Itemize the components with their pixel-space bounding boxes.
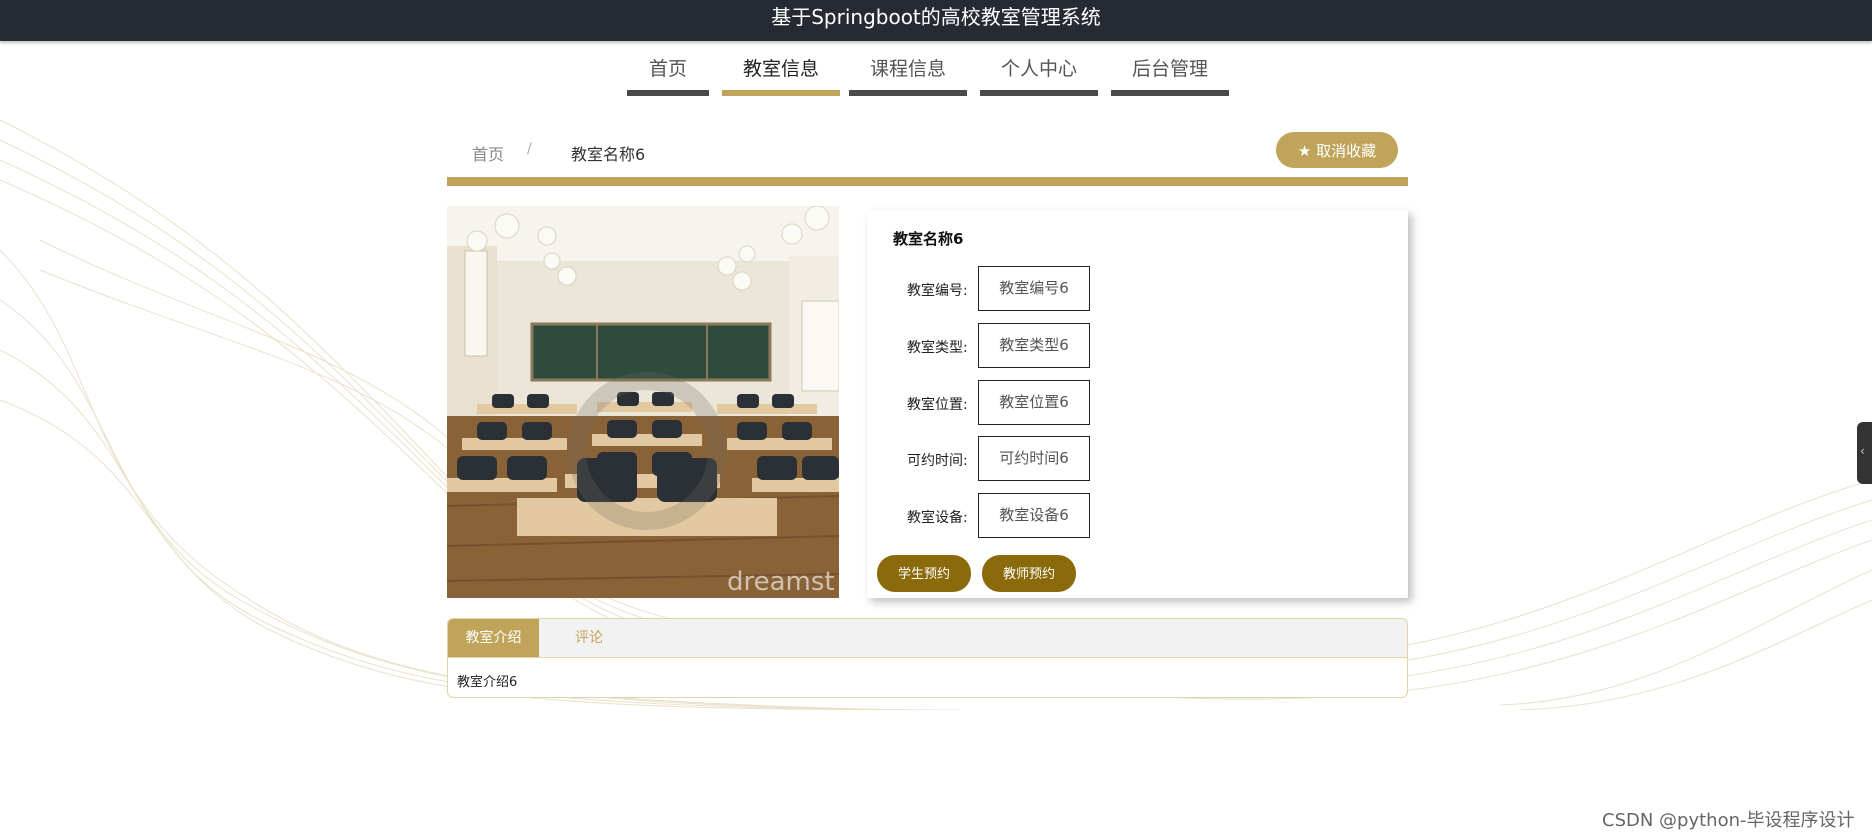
photo-watermark: dreamst — [727, 567, 835, 597]
side-panel-toggle[interactable]: ‹ — [1857, 422, 1872, 484]
classroom-photo: dreamst — [447, 206, 839, 598]
nav-item-classroom-info[interactable]: 教室信息 — [722, 46, 840, 96]
tab-classroom-intro[interactable]: 教室介绍 — [448, 619, 539, 657]
field-label-room-number: 教室编号: — [907, 283, 968, 299]
field-value-equipment: 教室设备6 — [978, 493, 1090, 538]
breadcrumb-home-link[interactable]: 首页 — [472, 141, 504, 165]
top-header-bar: 基于Springboot的高校教室管理系统 — [0, 0, 1872, 41]
header-divider — [447, 177, 1408, 186]
site-title: 基于Springboot的高校教室管理系统 — [771, 5, 1101, 29]
star-icon: ★ — [1297, 142, 1312, 160]
breadcrumb: 首页 / 教室名称6 ★ 取消收藏 — [447, 126, 1408, 176]
field-label-available-time: 可约时间: — [907, 453, 968, 469]
classroom-info-card: 教室名称6 教室编号: 教室编号6 教室类型: 教室类型6 教室位置: 教室位置… — [867, 210, 1408, 598]
chevron-left-icon: ‹ — [1860, 444, 1865, 458]
field-value-room-location: 教室位置6 — [978, 380, 1090, 425]
tab-content: 教室介绍6 — [457, 675, 518, 690]
nav-item-course-info[interactable]: 课程信息 — [849, 46, 967, 96]
student-booking-button[interactable]: 学生预约 — [877, 555, 971, 592]
detail-tabs: 教室介绍 评论 教室介绍6 — [447, 618, 1408, 698]
nav-item-personal-center[interactable]: 个人中心 — [980, 46, 1098, 96]
field-value-room-type: 教室类型6 — [978, 323, 1090, 368]
unfavorite-button[interactable]: ★ 取消收藏 — [1276, 132, 1398, 168]
csdn-watermark: CSDN @python-毕设程序设计 — [1602, 810, 1855, 831]
field-label-room-location: 教室位置: — [907, 397, 968, 413]
field-value-available-time: 可约时间6 — [978, 436, 1090, 481]
teacher-booking-button[interactable]: 教师预约 — [982, 555, 1076, 592]
field-label-equipment: 教室设备: — [907, 510, 968, 526]
field-value-room-number: 教室编号6 — [978, 266, 1090, 311]
breadcrumb-current: 教室名称6 — [571, 145, 646, 164]
breadcrumb-separator: / — [527, 141, 532, 157]
unfavorite-label: 取消收藏 — [1316, 142, 1377, 160]
tabs-header: 教室介绍 评论 — [448, 619, 1407, 658]
nav-item-admin[interactable]: 后台管理 — [1111, 46, 1229, 96]
tab-comments[interactable]: 评论 — [539, 619, 639, 657]
classroom-title: 教室名称6 — [893, 230, 964, 248]
field-label-room-type: 教室类型: — [907, 340, 968, 356]
nav-item-home[interactable]: 首页 — [627, 46, 709, 96]
